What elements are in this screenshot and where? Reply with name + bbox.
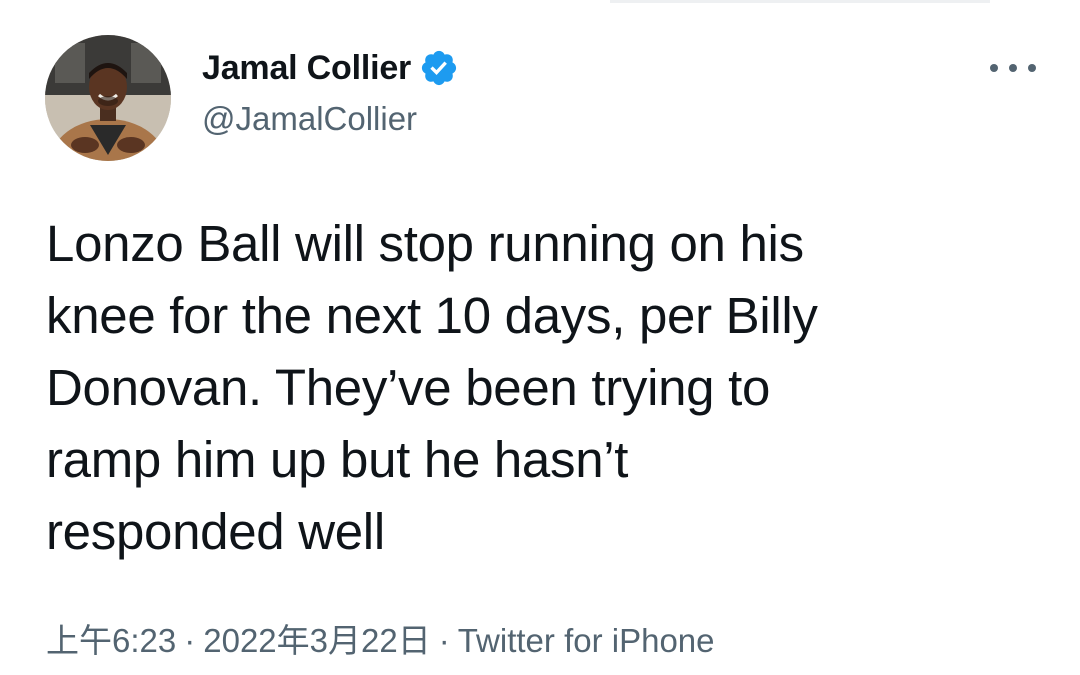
tweet-source[interactable]: Twitter for iPhone — [458, 622, 715, 659]
tweet-date[interactable]: 2022年3月22日 — [203, 622, 430, 659]
more-horizontal-icon[interactable] — [990, 55, 1036, 81]
top-divider — [610, 0, 990, 3]
author-handle[interactable]: @JamalCollier — [202, 100, 417, 138]
tweet-text-line: Lonzo Ball will stop running on his — [46, 215, 804, 272]
verified-badge-icon — [419, 48, 459, 88]
more-dot — [990, 64, 998, 72]
tweet-text-line: responded well — [46, 503, 385, 560]
avatar[interactable] — [45, 35, 171, 161]
tweet-time[interactable]: 上午6:23 — [46, 622, 176, 659]
meta-separator: · — [184, 622, 196, 659]
tweet-card: Jamal Collier @JamalCollier Lonzo Ball w… — [0, 0, 1080, 675]
tweet-text-line: knee for the next 10 days, per Billy — [46, 287, 818, 344]
author-display-name[interactable]: Jamal Collier — [202, 49, 411, 88]
tweet-metadata: 上午6:23 · 2022年3月22日 · Twitter for iPhone — [46, 614, 715, 662]
author-name-row: Jamal Collier — [202, 46, 459, 90]
more-dot — [1009, 64, 1017, 72]
meta-separator: · — [438, 622, 450, 659]
tweet-text-line: ramp him up but he hasn’t — [46, 431, 629, 488]
more-dot — [1028, 64, 1036, 72]
tweet-text-line: Donovan. They’ve been trying to — [46, 359, 771, 416]
avatar-image — [45, 35, 171, 161]
tweet-text: Lonzo Ball will stop running on his knee… — [46, 208, 1056, 568]
